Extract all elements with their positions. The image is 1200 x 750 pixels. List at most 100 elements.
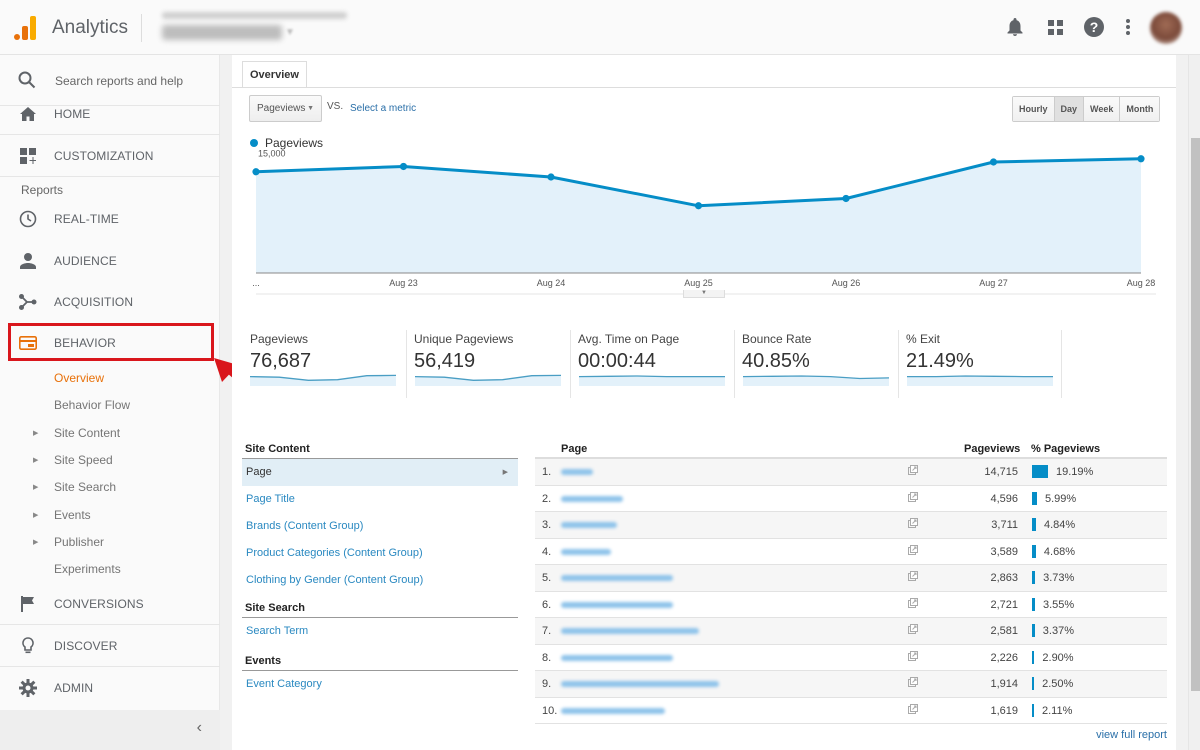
granularity-day-button[interactable]: Day: [1053, 97, 1084, 121]
open-in-new-icon[interactable]: [908, 465, 918, 478]
dimension-page-title[interactable]: Page Title: [242, 486, 518, 513]
sidebar: Search reports and help HOME CUSTOMIZATI…: [0, 55, 220, 750]
sidebar-item-label: AUDIENCE: [54, 254, 117, 268]
scorecard-label: Avg. Time on Page: [578, 332, 680, 346]
dimension-page[interactable]: Page ▶: [242, 459, 518, 486]
sidebar-item-home[interactable]: HOME: [0, 94, 220, 134]
granularity-week-button[interactable]: Week: [1083, 97, 1120, 121]
data-point: [252, 168, 260, 176]
dimension-brands[interactable]: Brands (Content Group): [242, 513, 518, 540]
more-vert-icon[interactable]: [1117, 16, 1139, 38]
expand-triangle-icon[interactable]: ▶: [33, 511, 38, 519]
row-percent: 19.19%: [1056, 466, 1094, 478]
metric-dropdown[interactable]: Pageviews ▼: [249, 95, 322, 122]
page-link[interactable]: [561, 495, 623, 502]
data-point: [1137, 155, 1145, 163]
column-header-page[interactable]: Page: [561, 443, 587, 455]
help-icon[interactable]: ?: [1083, 16, 1105, 38]
tab-overview[interactable]: Overview: [242, 61, 307, 88]
scrollbar[interactable]: [1188, 55, 1200, 750]
analytics-logo-icon[interactable]: [12, 14, 38, 40]
sidebar-item-discover[interactable]: DISCOVER: [0, 626, 220, 666]
column-header-pageviews[interactable]: Pageviews: [964, 443, 1020, 455]
sidebar-item-label: CUSTOMIZATION: [54, 149, 154, 163]
sidebar-item-acquisition[interactable]: ACQUISITION: [0, 282, 220, 322]
expand-triangle-icon[interactable]: ▶: [33, 483, 38, 491]
scorecard[interactable]: Unique Pageviews 56,419: [406, 330, 570, 398]
dimension-search-term[interactable]: Search Term: [242, 618, 518, 645]
data-point: [694, 202, 703, 210]
expand-triangle-icon[interactable]: ▶: [33, 456, 38, 464]
expand-triangle-icon[interactable]: ▶: [33, 429, 38, 437]
scorecard-sparkline: [415, 374, 561, 386]
apps-grid-icon[interactable]: [1044, 16, 1066, 38]
account-breadcrumb[interactable]: [162, 12, 347, 19]
chart-collapse-toggle[interactable]: ▼: [683, 290, 725, 298]
table-row: 9. 1,914 2.50%: [535, 671, 1167, 698]
dimension-product-categories[interactable]: Product Categories (Content Group): [242, 540, 518, 567]
page-link[interactable]: [561, 469, 593, 475]
bell-icon[interactable]: [1004, 16, 1026, 38]
granularity-month-button[interactable]: Month: [1119, 97, 1160, 121]
sidebar-footer: ‹: [0, 710, 220, 750]
view-selector[interactable]: [162, 25, 282, 40]
view-full-report-link[interactable]: view full report: [1096, 729, 1167, 741]
scorecard[interactable]: Bounce Rate 40.85%: [734, 330, 898, 398]
select-metric-link[interactable]: Select a metric: [350, 103, 416, 114]
scorecard-value: 21.49%: [906, 350, 974, 372]
sidebar-subitem-site-content[interactable]: Site Content: [54, 426, 120, 440]
sidebar-subitem-publisher[interactable]: Publisher: [54, 535, 104, 549]
sidebar-subitem-site-search[interactable]: Site Search: [54, 480, 116, 494]
sidebar-subitem-overview[interactable]: Overview: [54, 371, 104, 385]
page-link[interactable]: [561, 522, 617, 528]
row-rank: 10.: [542, 704, 558, 717]
scorecard[interactable]: Avg. Time on Page 00:00:44: [570, 330, 734, 398]
page-link[interactable]: [561, 681, 719, 687]
scorecard[interactable]: Pageviews 76,687: [242, 330, 406, 398]
sidebar-subitem-site-speed[interactable]: Site Speed: [54, 453, 113, 467]
avatar[interactable]: [1150, 12, 1182, 44]
page-link[interactable]: [561, 628, 699, 634]
scorecard-value: 00:00:44: [578, 350, 656, 372]
metric-dropdown-value: Pageviews: [257, 103, 306, 114]
dimension-clothing-by-gender[interactable]: Clothing by Gender (Content Group): [242, 567, 518, 594]
page-link[interactable]: [561, 548, 611, 555]
open-in-new-icon[interactable]: [908, 650, 918, 664]
open-in-new-icon[interactable]: [908, 677, 918, 690]
scrollbar-thumb[interactable]: [1191, 138, 1200, 691]
sidebar-item-conversions[interactable]: CONVERSIONS: [0, 584, 220, 624]
open-in-new-icon[interactable]: [908, 571, 918, 584]
divider: [0, 666, 220, 667]
page-link[interactable]: [561, 575, 673, 581]
sidebar-subitem-experiments[interactable]: Experiments: [54, 562, 121, 576]
collapse-sidebar-icon[interactable]: ‹: [197, 719, 202, 737]
sidebar-item-label: ADMIN: [54, 681, 94, 695]
open-in-new-icon[interactable]: [908, 624, 918, 637]
open-in-new-icon[interactable]: [908, 597, 918, 611]
page-link[interactable]: [561, 601, 673, 608]
flag-icon: [18, 595, 38, 613]
scorecard-value: 56,419: [414, 350, 476, 372]
page-link[interactable]: [561, 707, 665, 714]
sidebar-subitem-events[interactable]: Events: [54, 508, 91, 522]
chevron-down-icon[interactable]: ▼: [285, 27, 295, 38]
expand-triangle-icon[interactable]: ▶: [33, 538, 38, 546]
sidebar-item-admin[interactable]: ADMIN: [0, 668, 220, 708]
sidebar-item-label: REAL-TIME: [54, 212, 119, 226]
x-tick-label: Aug 24: [537, 278, 566, 288]
open-in-new-icon[interactable]: [908, 518, 918, 531]
granularity-hourly-button[interactable]: Hourly: [1013, 97, 1054, 121]
sidebar-item-customization[interactable]: CUSTOMIZATION: [0, 136, 220, 176]
search-input[interactable]: Search reports and help: [55, 74, 183, 88]
dimension-event-category[interactable]: Event Category: [242, 671, 518, 698]
open-in-new-icon[interactable]: [908, 703, 918, 717]
sidebar-subitem-behavior-flow[interactable]: Behavior Flow: [54, 398, 130, 412]
sidebar-item-label: ACQUISITION: [54, 295, 134, 309]
page-link[interactable]: [561, 654, 673, 661]
column-header-percent-pageviews[interactable]: % Pageviews: [1031, 443, 1100, 455]
scorecard[interactable]: % Exit 21.49%: [898, 330, 1062, 398]
sidebar-item-real-time[interactable]: REAL-TIME: [0, 199, 220, 239]
open-in-new-icon[interactable]: [908, 544, 918, 558]
open-in-new-icon[interactable]: [908, 491, 918, 505]
sidebar-item-audience[interactable]: AUDIENCE: [0, 241, 220, 281]
